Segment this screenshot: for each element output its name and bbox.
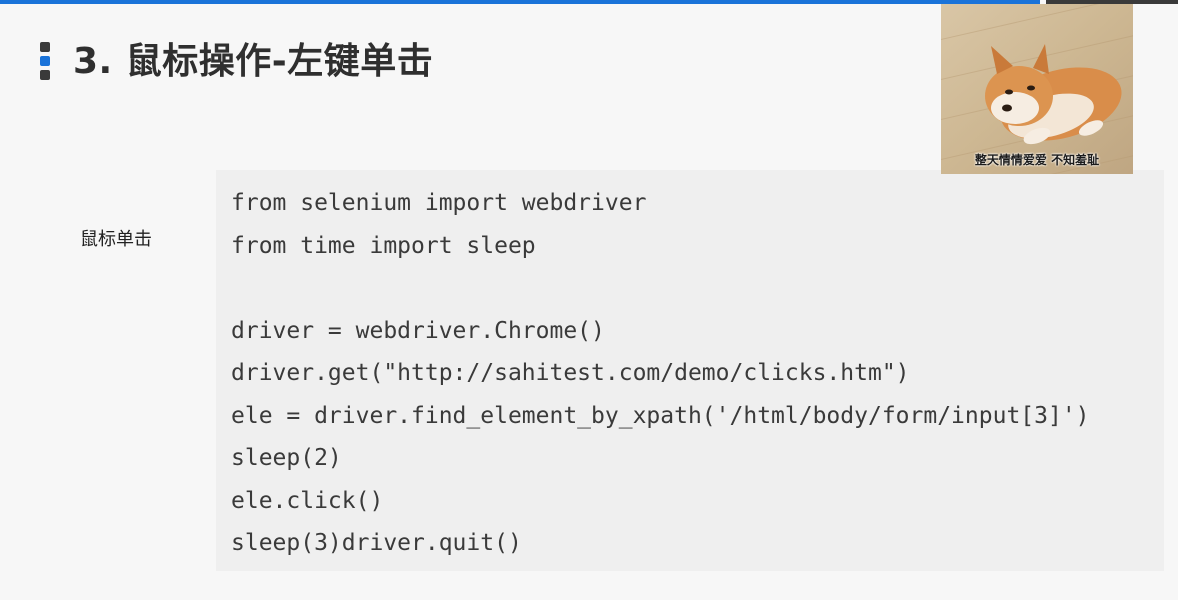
code-block: from selenium import webdriver from time… [216, 170, 1164, 571]
code-line: sleep(3)driver.quit() [231, 530, 522, 556]
code-line: driver.get("http://sahitest.com/demo/cli… [231, 360, 910, 386]
shiba-dog-illustration [941, 4, 1133, 174]
top-accent-bar [0, 0, 1040, 4]
section-label: 鼠标单击 [80, 229, 152, 250]
meme-image: 整天情情爱爱 不知羞耻 [941, 4, 1133, 174]
code-line: ele = driver.find_element_by_xpath('/htm… [231, 402, 1090, 429]
code-line: driver = webdriver.Chrome() [231, 317, 605, 344]
code-line: ele.click() [231, 487, 384, 514]
code-line: from selenium import webdriver [231, 190, 647, 216]
page-title: 3. 鼠标操作-左键单击 [73, 41, 434, 82]
title-marker-icon [40, 42, 50, 80]
meme-caption: 整天情情爱爱 不知羞耻 [974, 153, 1100, 167]
code-line: sleep(2) [231, 445, 342, 471]
code-line: from time import sleep [231, 232, 536, 259]
